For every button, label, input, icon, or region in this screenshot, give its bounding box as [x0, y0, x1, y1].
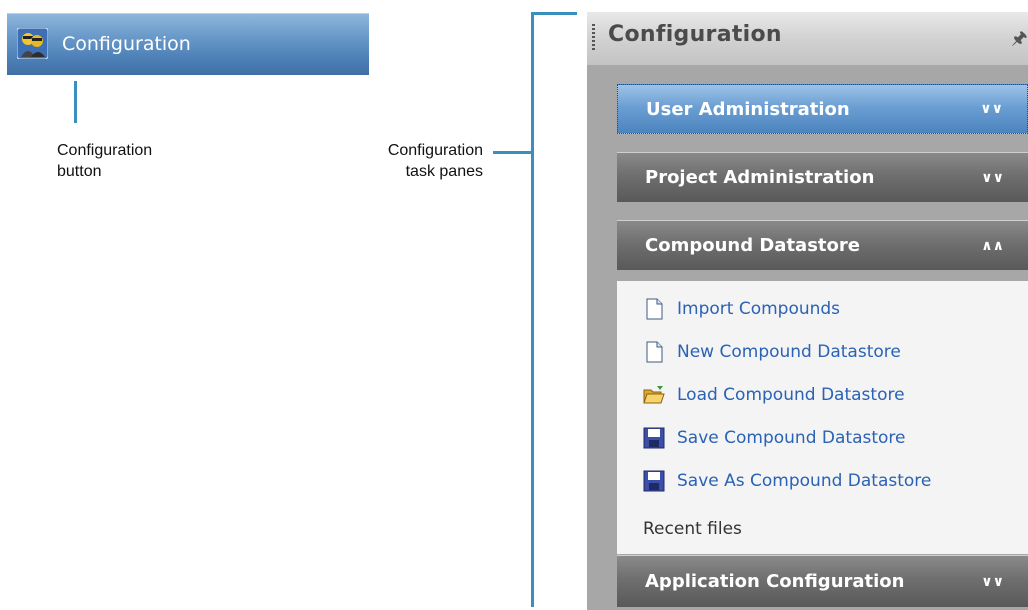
- task-load-compound-datastore[interactable]: Load Compound Datastore: [643, 381, 905, 409]
- button-callout-label: Configuration button: [57, 142, 153, 180]
- chevron-down-icon[interactable]: ∨∨: [981, 170, 1004, 186]
- task-save-compound-datastore[interactable]: Save Compound Datastore: [643, 424, 906, 452]
- document-icon: [643, 341, 665, 363]
- panes-bracket-vertical: [531, 12, 534, 607]
- pin-icon[interactable]: 🖈: [1011, 26, 1028, 56]
- chevron-down-icon[interactable]: ∨∨: [980, 101, 1003, 117]
- configuration-task-pane: Configuration 🖈 User Administration ∨∨ P…: [587, 12, 1028, 610]
- floppy-disk-icon: [643, 470, 665, 492]
- chevron-down-icon[interactable]: ∨∨: [981, 574, 1004, 590]
- panes-bracket-top: [531, 12, 577, 15]
- section-compound-datastore[interactable]: Compound Datastore ∧∧: [617, 220, 1028, 270]
- task-pane-title: Configuration: [608, 22, 782, 47]
- panes-callout-label: Configuration task panes: [387, 142, 483, 180]
- configuration-button-label: Configuration: [62, 33, 191, 55]
- configuration-people-icon: [16, 27, 49, 60]
- button-callout-line: [74, 81, 77, 123]
- open-folder-icon: [643, 384, 665, 406]
- section-label: Project Administration: [645, 167, 875, 188]
- chevron-up-icon[interactable]: ∧∧: [981, 238, 1004, 254]
- floppy-disk-icon: [643, 427, 665, 449]
- configuration-button[interactable]: Configuration: [7, 13, 369, 75]
- task-new-compound-datastore[interactable]: New Compound Datastore: [643, 338, 901, 366]
- section-project-administration[interactable]: Project Administration ∨∨: [617, 152, 1028, 202]
- task-save-as-compound-datastore[interactable]: Save As Compound Datastore: [643, 467, 931, 495]
- panes-callout-connector: [493, 151, 531, 154]
- document-icon: [643, 298, 665, 320]
- task-import-compounds[interactable]: Import Compounds: [643, 295, 840, 323]
- section-label: User Administration: [646, 98, 850, 120]
- task-pane-header: Configuration 🖈: [587, 12, 1028, 65]
- compound-datastore-tasks: Import Compounds New Compound Datastore …: [617, 281, 1028, 554]
- section-application-configuration[interactable]: Application Configuration ∨∨: [617, 555, 1028, 607]
- recent-files-label: Recent files: [643, 519, 742, 539]
- section-label: Application Configuration: [645, 571, 905, 592]
- section-label: Compound Datastore: [645, 235, 860, 256]
- drag-grip-icon[interactable]: [592, 24, 595, 52]
- section-user-administration[interactable]: User Administration ∨∨: [617, 84, 1028, 134]
